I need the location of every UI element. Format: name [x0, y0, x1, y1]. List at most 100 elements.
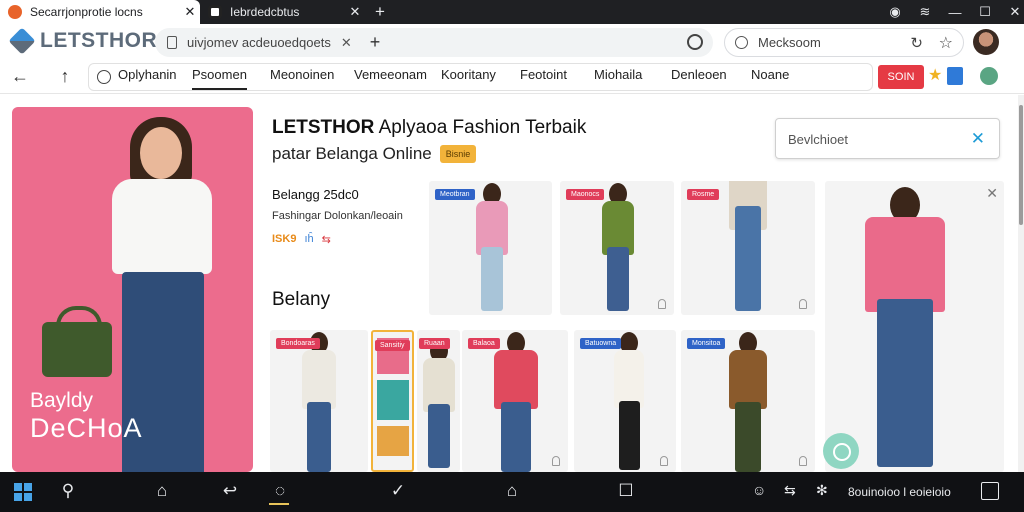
reload-icon[interactable]: ↻ — [910, 34, 923, 52]
site-search-input[interactable]: Bevlchioet ✕ — [775, 118, 1000, 159]
site-nav-row: ← ↑ Oplyhanin Psoomen Meonoinen Vemeeona… — [0, 60, 1024, 94]
product-card[interactable]: Bondoaras — [270, 330, 368, 472]
home-icon[interactable]: ⌂ — [500, 481, 524, 501]
avatar[interactable] — [973, 29, 999, 55]
close-button[interactable]: ✕ — [1000, 4, 1024, 20]
square-icon[interactable]: ☐ — [614, 481, 638, 501]
search-icon — [735, 36, 748, 49]
product-card[interactable]: Batuowna — [574, 330, 676, 472]
featured-product-card[interactable]: ✕ — [825, 181, 1004, 472]
new-tab-icon[interactable]: + — [368, 2, 392, 22]
close-icon[interactable]: ✕ — [986, 185, 998, 202]
product-card[interactable]: Meotbran — [429, 181, 552, 315]
favorite-icon[interactable] — [658, 299, 666, 309]
nav-item[interactable]: Meonoinen — [270, 67, 334, 82]
back-arrow-icon[interactable]: ← — [8, 66, 32, 87]
product-badge: Batuowna — [580, 338, 622, 349]
smiley-icon[interactable]: ☺ — [752, 482, 766, 498]
nav-item[interactable]: Oplyhanin — [118, 67, 177, 82]
product-thumbnail-strip[interactable]: Sansitiy — [371, 330, 414, 472]
home-circle-icon[interactable] — [97, 70, 111, 84]
chat-fab-button[interactable] — [823, 433, 859, 469]
promo-button[interactable]: SOIN — [878, 65, 924, 89]
secondary-search-field[interactable]: Mecksoom ↻ ☆ — [724, 28, 964, 57]
browser-tab-strip: Secarrjonprotie locns ✕ Iebrdedcbtus ✕ +… — [0, 0, 1024, 24]
bluetooth-icon[interactable]: ✻ — [816, 482, 828, 499]
like-icon[interactable]: ıĥ — [304, 233, 313, 246]
favorite-icon[interactable] — [799, 299, 807, 309]
favorite-icon[interactable] — [799, 456, 807, 466]
favorite-icon[interactable] — [552, 456, 560, 466]
page-subtitle: patar Belanga Online Bisnie — [272, 144, 477, 164]
product-badge: Bondoaras — [276, 338, 320, 349]
nav-item[interactable]: Kooritany — [441, 67, 496, 82]
share-icon[interactable]: ⇆ — [784, 482, 796, 499]
subtitle-tag[interactable]: Bisnie — [439, 145, 477, 163]
home-icon[interactable]: ⌂ — [150, 481, 174, 501]
product-card[interactable]: Rosme — [681, 181, 815, 315]
product-badge: Maonocs — [566, 189, 605, 200]
secondary-search-text[interactable]: Mecksoom — [758, 35, 821, 50]
camera-icon[interactable]: ◌ — [268, 481, 292, 501]
tab-inactive[interactable]: Iebrdedcbtus ✕ — [200, 0, 365, 24]
nav-item-active[interactable]: Psoomen — [192, 67, 247, 90]
star-icon[interactable]: ★ — [928, 65, 942, 85]
subtitle-text: patar Belanga Online — [272, 144, 432, 163]
tab-close-icon[interactable]: ✕ — [180, 4, 200, 20]
tab-favicon-icon — [8, 5, 22, 19]
page-scrollbar[interactable] — [1018, 95, 1024, 472]
rating-icon[interactable]: ISK9 — [272, 233, 296, 246]
notification-icon[interactable] — [981, 482, 999, 500]
search-icon[interactable]: ⚲ — [56, 481, 80, 501]
favorite-icon[interactable] — [660, 456, 668, 466]
wifi-icon: ≋ — [919, 4, 931, 19]
site-logo[interactable]: LETSTHOR — [8, 27, 158, 55]
hero-banner[interactable]: Bayldy DeCHoA — [12, 107, 253, 472]
bookmark-star-icon[interactable]: ☆ — [939, 33, 953, 53]
nav-item[interactable]: Feotoint — [520, 67, 567, 82]
extensions-icon[interactable]: ◉ — [880, 4, 910, 20]
address-text[interactable]: uivjomev acdeuoedqoets — [187, 35, 331, 50]
product-card[interactable]: Monsitoa — [681, 330, 815, 472]
product-card[interactable]: Balaoa — [462, 330, 568, 472]
product-image — [423, 340, 455, 468]
nav-item[interactable]: Vemeeonam — [354, 67, 427, 82]
maximize-button[interactable]: ☐ — [970, 4, 1000, 20]
tab-title: Iebrdedcbtus — [230, 5, 300, 19]
product-badge: Rosme — [687, 189, 720, 200]
check-icon[interactable]: ✓ — [386, 481, 410, 501]
logo-cube-icon — [8, 27, 36, 55]
logo-text: LETSTHOR — [40, 29, 158, 52]
thumbnail[interactable] — [377, 380, 409, 420]
nav-item[interactable]: Denleoen — [671, 67, 727, 82]
active-app-indicator — [269, 503, 289, 505]
page-content: Bayldy DeCHoA LETSTHOR Aplyaoa Fashion T… — [0, 95, 1018, 472]
search-clear-icon[interactable]: ✕ — [971, 129, 985, 149]
product-card[interactable]: Maonocs — [560, 181, 674, 315]
product-badge: Meotbran — [435, 189, 475, 200]
address-bar[interactable]: uivjomev acdeuoedqoets ✕ + — [155, 28, 713, 57]
minimize-button[interactable]: — — [940, 5, 970, 20]
thumbnail[interactable] — [377, 426, 409, 456]
nav-item[interactable]: Noane — [751, 67, 789, 82]
up-arrow-icon[interactable]: ↑ — [53, 66, 77, 87]
taskbar-status-text[interactable]: 8ouinoioo l eoieioio — [848, 485, 951, 499]
product-image — [729, 181, 767, 311]
extension-icon[interactable] — [687, 34, 703, 50]
tab-title: Secarrjonprotie locns — [30, 5, 143, 19]
tab-close-icon[interactable]: ✕ — [345, 4, 365, 20]
back-icon[interactable]: ↩ — [218, 481, 242, 501]
address-row: LETSTHOR uivjomev acdeuoedqoets ✕ + Meck… — [0, 24, 1024, 60]
side-icon-row: ISK9 ıĥ ⇆ — [272, 233, 331, 246]
clear-address-icon[interactable]: ✕ — [341, 35, 352, 51]
bookmark-icon[interactable] — [947, 67, 963, 85]
add-icon[interactable]: + — [370, 32, 381, 53]
product-image — [494, 332, 538, 472]
product-card[interactable]: Ruaan — [417, 330, 460, 472]
windows-icon[interactable] — [14, 483, 32, 501]
tab-active[interactable]: Secarrjonprotie locns ✕ — [0, 0, 200, 24]
product-image — [302, 332, 336, 472]
share-icon[interactable]: ⇆ — [322, 233, 331, 246]
globe-icon[interactable] — [980, 67, 998, 85]
nav-item[interactable]: Miohaila — [594, 67, 642, 82]
